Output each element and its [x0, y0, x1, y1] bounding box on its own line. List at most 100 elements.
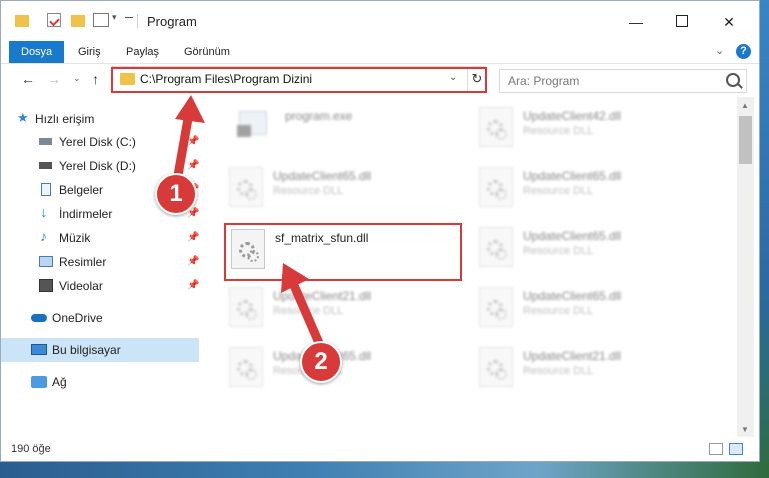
tab-gorunum[interactable]: Görünüm	[175, 41, 239, 63]
up-arrow-icon[interactable]: ↑	[92, 71, 99, 87]
file-name: UpdateClient21.dll	[523, 349, 622, 363]
address-bar[interactable]: C:\Program Files\Program Dizini ⌄ ↻	[112, 66, 486, 92]
help-icon[interactable]: ?	[736, 44, 751, 59]
drive-icon	[39, 162, 52, 169]
tab-giris[interactable]: Giriş	[69, 41, 110, 63]
maximize-button[interactable]	[659, 9, 705, 35]
dll-file-icon	[229, 167, 263, 207]
refresh-icon[interactable]: ↻	[467, 67, 486, 91]
title-separator	[137, 14, 138, 28]
video-icon	[39, 279, 53, 292]
details-view-icon[interactable]	[709, 443, 723, 455]
file-name: program.exe	[285, 109, 353, 123]
file-item-dll[interactable]: UpdateClient65.dll Resource DLL	[479, 165, 709, 217]
file-name: UpdateClient42.dll	[523, 109, 622, 123]
file-name: UpdateClient21.dll	[273, 289, 372, 303]
pin-icon[interactable]: 📌	[187, 232, 199, 243]
scroll-up-icon[interactable]: ▲	[741, 101, 749, 110]
dll-file-icon	[479, 287, 513, 327]
sidebar-item-music[interactable]: ♪ Müzik 📌	[1, 226, 199, 250]
search-input[interactable]: Ara: Program	[508, 74, 579, 88]
pin-icon[interactable]: 📌	[187, 280, 199, 291]
chevron-down-icon[interactable]: ▾	[112, 12, 126, 26]
expand-ribbon-icon[interactable]: ⌄	[715, 44, 724, 57]
chevron-down-icon[interactable]: ⌄	[449, 72, 457, 83]
close-button[interactable]: ✕	[706, 9, 752, 35]
file-type: Resource DLL	[523, 185, 594, 197]
file-name: UpdateClient65.dll	[523, 229, 622, 243]
file-item-dll[interactable]: UpdateClient42.dll Resource DLL	[479, 105, 709, 157]
vertical-scrollbar[interactable]: ▲ ▼	[737, 97, 754, 437]
sidebar-item-label: Bu bilgisayar	[52, 343, 121, 357]
dll-file-icon	[229, 347, 263, 387]
properties-icon[interactable]	[47, 13, 61, 27]
pin-icon[interactable]: 📌	[187, 256, 199, 267]
file-type: Resource DLL	[523, 245, 594, 257]
sidebar-item-this-pc[interactable]: Bu bilgisayar	[1, 338, 199, 362]
customize-toolbar-icon[interactable]	[93, 13, 109, 27]
file-item-dll[interactable]: UpdateClient21.dll Resource DLL	[479, 345, 709, 397]
sidebar-item-label: Müzik	[59, 231, 91, 245]
sidebar-item-label: Yerel Disk (D:)	[59, 159, 136, 173]
navigation-pane: ★ Hızlı erişim Yerel Disk (C:) 📌 Yerel D…	[1, 97, 207, 437]
sidebar-item-label: Yerel Disk (C:)	[59, 135, 136, 149]
sidebar-item-local-disk-c[interactable]: Yerel Disk (C:) 📌	[1, 130, 199, 154]
title-bar: ▾ Program — ✕	[1, 1, 759, 41]
sidebar-item-label: İndirmeler	[59, 207, 113, 221]
navigation-bar: ← → ⌄ ↑ C:\Program Files\Program Dizini …	[1, 64, 759, 96]
sidebar-item-quick-access[interactable]: ★ Hızlı erişim	[1, 107, 199, 131]
sidebar-item-onedrive[interactable]: OneDrive	[1, 306, 199, 330]
file-type: Resource DLL	[523, 305, 594, 317]
sidebar-item-label: Videolar	[59, 279, 103, 293]
sidebar-item-network[interactable]: Ağ	[1, 370, 199, 394]
pin-icon[interactable]: 📌	[187, 136, 199, 147]
scroll-thumb[interactable]	[739, 116, 752, 164]
address-path[interactable]: C:\Program Files\Program Dizini	[140, 72, 312, 86]
desktop-background	[760, 0, 769, 478]
file-type: Resource DLL	[273, 305, 344, 317]
pin-icon[interactable]: 📌	[187, 160, 199, 171]
forward-arrow-icon[interactable]: →	[47, 71, 61, 87]
sidebar-item-pictures[interactable]: Resimler 📌	[1, 250, 199, 274]
dll-file-icon	[229, 287, 263, 327]
file-item-dll[interactable]: UpdateClient65.dll Resource DLL	[479, 285, 709, 337]
file-item-dll[interactable]: UpdateClient65.dll Resource DLL	[479, 225, 709, 277]
file-item-dll[interactable]: UpdateClient65.dll Resource DLL	[229, 345, 459, 397]
pin-toolbar-icon	[125, 17, 133, 18]
dll-file-icon	[479, 167, 513, 207]
sidebar-item-label: Hızlı erişim	[35, 112, 95, 126]
file-type: Resource DLL	[273, 185, 344, 197]
pictures-icon	[39, 256, 53, 267]
tab-paylas[interactable]: Paylaş	[117, 41, 168, 63]
download-icon: ↓	[40, 204, 48, 221]
large-icons-view-icon[interactable]	[729, 443, 743, 455]
new-folder-icon[interactable]	[71, 15, 85, 27]
status-bar: 190 öğe	[1, 437, 759, 461]
search-icon[interactable]	[726, 73, 740, 87]
back-arrow-icon[interactable]: ←	[21, 71, 35, 87]
folder-icon	[15, 15, 29, 27]
executable-icon	[235, 107, 267, 141]
file-explorer-window: ▾ Program — ✕ Dosya Giriş Paylaş Görünüm…	[0, 0, 760, 462]
file-item-dll[interactable]: UpdateClient21.dll Resource DLL	[229, 285, 459, 337]
scroll-down-icon[interactable]: ▼	[741, 425, 749, 434]
minimize-button[interactable]: —	[613, 9, 659, 35]
file-item-program-exe[interactable]: program.exe	[235, 105, 465, 157]
step-badge-2: 2	[300, 341, 342, 383]
sidebar-item-videos[interactable]: Videolar 📌	[1, 274, 199, 298]
window-title: Program	[147, 14, 197, 29]
file-type: Resource DLL	[523, 125, 594, 137]
file-item-dll[interactable]: UpdateClient65.dll Resource DLL	[229, 165, 459, 217]
recent-locations-icon[interactable]: ⌄	[73, 73, 81, 84]
sidebar-item-label: OneDrive	[52, 311, 103, 325]
tab-dosya[interactable]: Dosya	[9, 41, 65, 63]
sidebar-item-label: Ağ	[52, 375, 67, 389]
dll-file-icon	[479, 107, 513, 147]
file-name: UpdateClient65.dll	[273, 169, 372, 183]
computer-icon	[31, 344, 47, 355]
dll-file-icon	[479, 227, 513, 267]
file-name: UpdateClient65.dll	[523, 289, 622, 303]
folder-icon	[120, 73, 135, 85]
search-box[interactable]: Ara: Program	[499, 69, 747, 93]
step-badge-1: 1	[155, 173, 197, 215]
